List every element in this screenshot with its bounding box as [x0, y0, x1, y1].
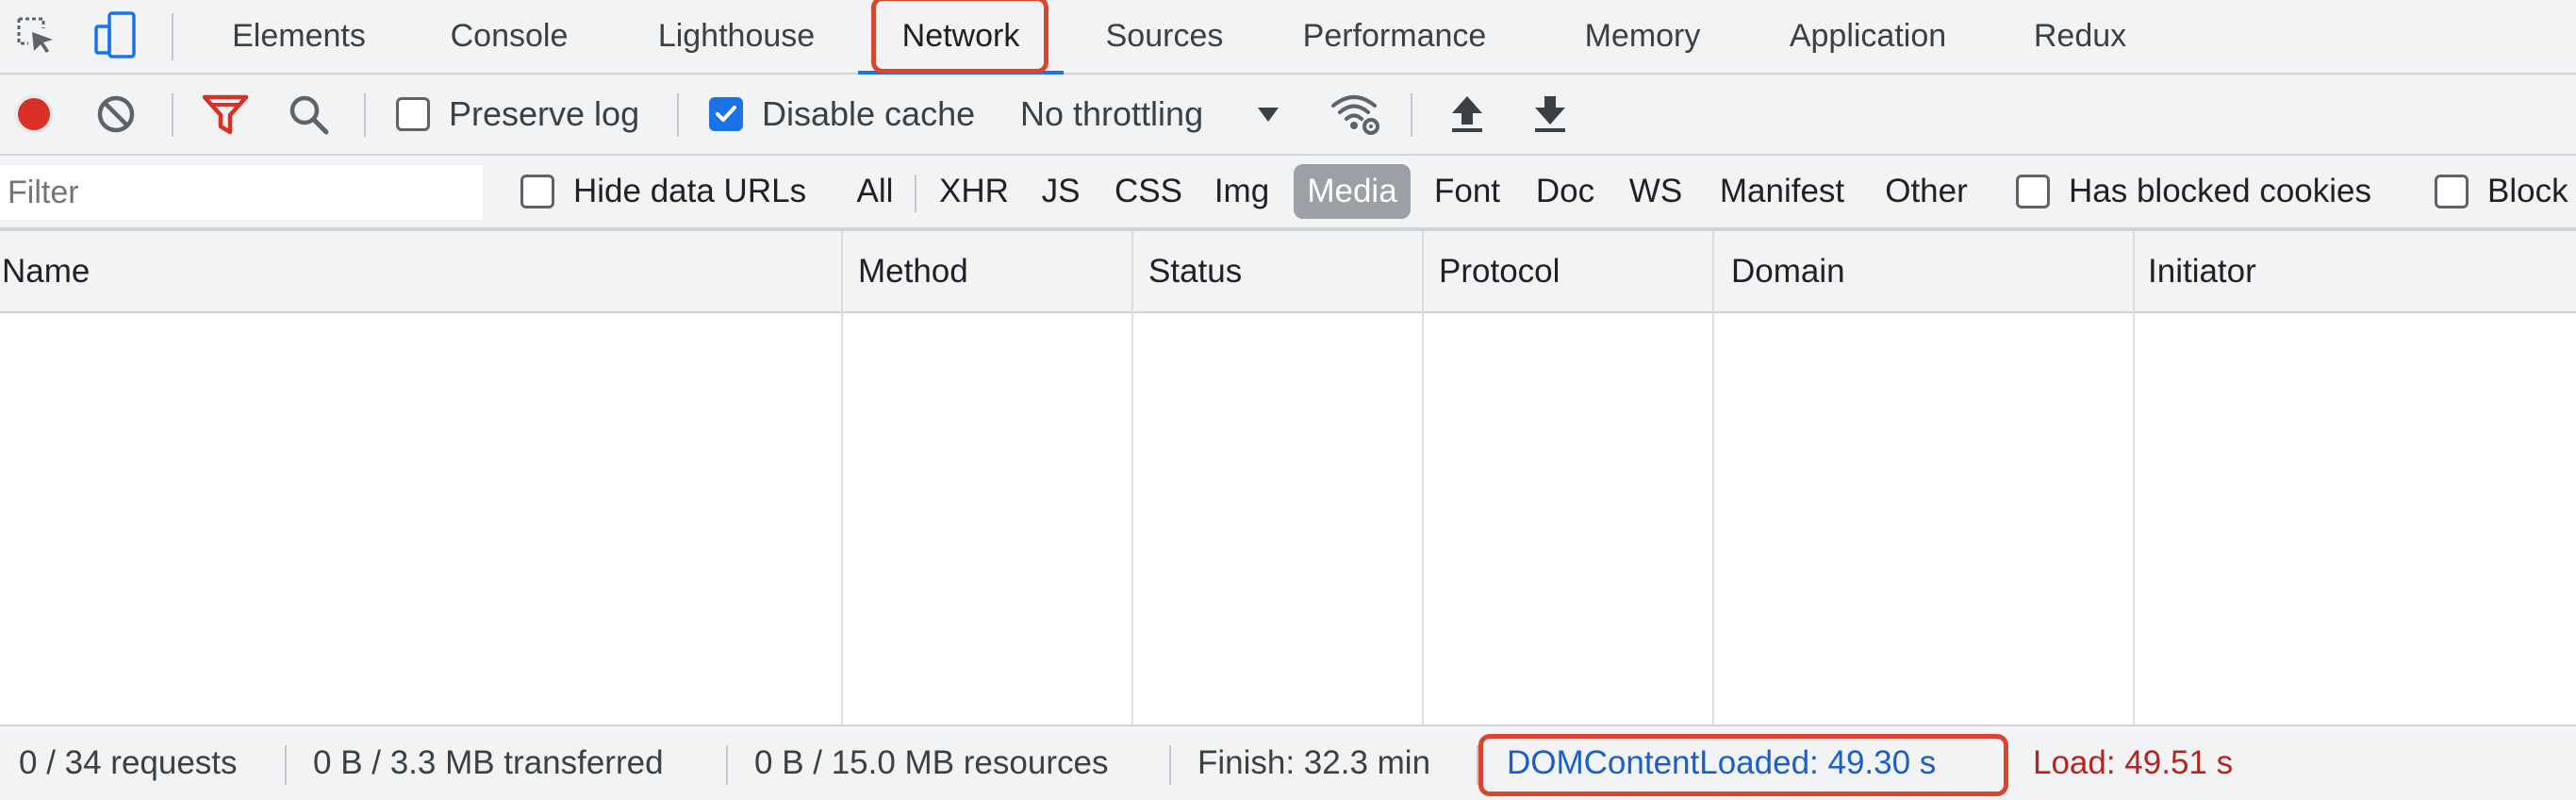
preserve-log-label: Preserve log [449, 94, 640, 133]
tab-network[interactable]: Network [858, 0, 1064, 75]
column-divider [2133, 313, 2135, 725]
request-table-header: Name Method Status Protocol Domain Initi… [0, 231, 2576, 313]
devtools-window: Elements Console Lighthouse Network Sour… [0, 0, 2576, 800]
import-har-button[interactable] [1446, 75, 1488, 154]
column-header-method[interactable]: Method [856, 231, 968, 311]
network-toolbar: Preserve log Disable cache No throttling [0, 75, 2576, 156]
filter-type-css[interactable]: CSS [1105, 164, 1192, 219]
tab-network-label: Network [901, 18, 1020, 54]
status-resources: 0 B / 15.0 MB resources [754, 744, 1109, 781]
filter-type-img[interactable]: Img [1207, 164, 1277, 219]
device-toolbar-icon[interactable] [89, 9, 141, 62]
filter-type-manifest[interactable]: Manifest [1709, 164, 1856, 219]
search-button[interactable] [287, 75, 330, 154]
record-button[interactable] [11, 75, 57, 154]
status-divider [1477, 745, 1478, 785]
blocked-requests-checkbox[interactable] [2435, 175, 2469, 208]
panel-tab-bar: Elements Console Lighthouse Network Sour… [0, 0, 2576, 75]
tab-elements[interactable]: Elements [200, 0, 398, 73]
tab-application[interactable]: Application [1773, 0, 1963, 73]
column-divider [1131, 313, 1133, 725]
status-finish: Finish: 32.3 min [1197, 744, 1431, 781]
tab-performance[interactable]: Performance [1282, 0, 1507, 73]
disable-cache-toggle[interactable]: Disable cache [709, 75, 975, 154]
filter-type-xhr[interactable]: XHR [932, 164, 1016, 219]
request-table-body[interactable] [0, 313, 2576, 725]
filter-type-media[interactable]: Media [1294, 164, 1411, 219]
column-divider[interactable] [1131, 231, 1133, 313]
inspect-element-icon[interactable] [9, 9, 62, 62]
search-icon [289, 95, 329, 135]
upload-icon [1452, 96, 1482, 132]
network-conditions-button[interactable] [1329, 75, 1382, 154]
filter-bar: Hide data URLs All XHR JS CSS Img Media … [0, 156, 2576, 231]
status-dom-content-loaded: DOMContentLoaded: 49.30 s [1507, 744, 1937, 781]
blocked-requests-toggle[interactable]: Block [2435, 156, 2568, 227]
tab-console[interactable]: Console [426, 0, 592, 73]
hide-data-urls-label: Hide data URLs [573, 173, 807, 209]
tab-sources[interactable]: Sources [1084, 0, 1245, 73]
status-divider [285, 745, 287, 785]
filter-divider [915, 175, 916, 212]
toolbar-divider [677, 93, 679, 137]
toolbar-divider [364, 93, 366, 137]
filter-type-all[interactable]: All [847, 164, 903, 219]
tab-lighthouse[interactable]: Lighthouse [632, 0, 841, 73]
status-requests: 0 / 34 requests [19, 744, 238, 781]
status-load: Load: 49.51 s [2033, 744, 2234, 781]
dropdown-arrow-icon [1258, 108, 1280, 122]
tab-memory[interactable]: Memory [1565, 0, 1720, 73]
has-blocked-cookies-toggle[interactable]: Has blocked cookies [2016, 156, 2371, 227]
clear-button[interactable] [94, 75, 138, 154]
filter-type-other[interactable]: Other [1874, 164, 1978, 219]
hide-data-urls-checkbox[interactable] [520, 175, 554, 208]
column-header-name[interactable]: Name [0, 231, 90, 311]
has-blocked-cookies-checkbox[interactable] [2016, 175, 2050, 208]
toolbar-divider [172, 93, 173, 137]
disable-cache-label: Disable cache [762, 94, 976, 133]
column-divider[interactable] [1422, 231, 1424, 313]
filter-toggle-button[interactable] [202, 75, 249, 154]
column-divider[interactable] [841, 231, 843, 313]
status-divider [726, 745, 728, 785]
filter-type-doc[interactable]: Doc [1526, 164, 1605, 219]
throttling-value: No throttling [1020, 94, 1204, 133]
throttling-select[interactable]: No throttling [1020, 75, 1280, 154]
download-icon [1535, 96, 1565, 132]
column-header-protocol[interactable]: Protocol [1437, 231, 1560, 311]
filter-icon [202, 94, 249, 135]
disable-cache-checkbox[interactable] [709, 97, 743, 131]
preserve-log-toggle[interactable]: Preserve log [396, 75, 639, 154]
network-status-bar: 0 / 34 requests 0 B / 3.3 MB transferred… [0, 725, 2576, 800]
has-blocked-cookies-label: Has blocked cookies [2069, 173, 2371, 209]
column-divider [1422, 313, 1424, 725]
filter-input[interactable] [0, 165, 483, 220]
column-divider[interactable] [2133, 231, 2135, 313]
column-divider [841, 313, 843, 725]
check-icon [716, 106, 736, 122]
wifi-settings-icon [1331, 95, 1379, 135]
column-header-status[interactable]: Status [1147, 231, 1242, 311]
record-icon [14, 94, 54, 134]
hide-data-urls-toggle[interactable]: Hide data URLs [520, 156, 806, 227]
column-divider[interactable] [1712, 231, 1714, 313]
column-header-domain[interactable]: Domain [1729, 231, 1845, 311]
blocked-requests-label: Block [2487, 173, 2568, 209]
filter-type-js[interactable]: JS [1032, 164, 1090, 219]
status-divider [1169, 745, 1171, 785]
column-header-initiator[interactable]: Initiator [2146, 231, 2256, 311]
filter-type-ws[interactable]: WS [1622, 164, 1690, 219]
filter-type-font[interactable]: Font [1426, 164, 1509, 219]
column-divider [1712, 313, 1714, 725]
toolbar-divider [1411, 93, 1412, 137]
status-transferred: 0 B / 3.3 MB transferred [313, 744, 664, 781]
clear-icon [97, 95, 135, 133]
export-har-button[interactable] [1529, 75, 1571, 154]
tab-redux[interactable]: Redux [2018, 0, 2142, 73]
tab-bar-divider [172, 13, 173, 60]
preserve-log-checkbox[interactable] [396, 97, 430, 131]
